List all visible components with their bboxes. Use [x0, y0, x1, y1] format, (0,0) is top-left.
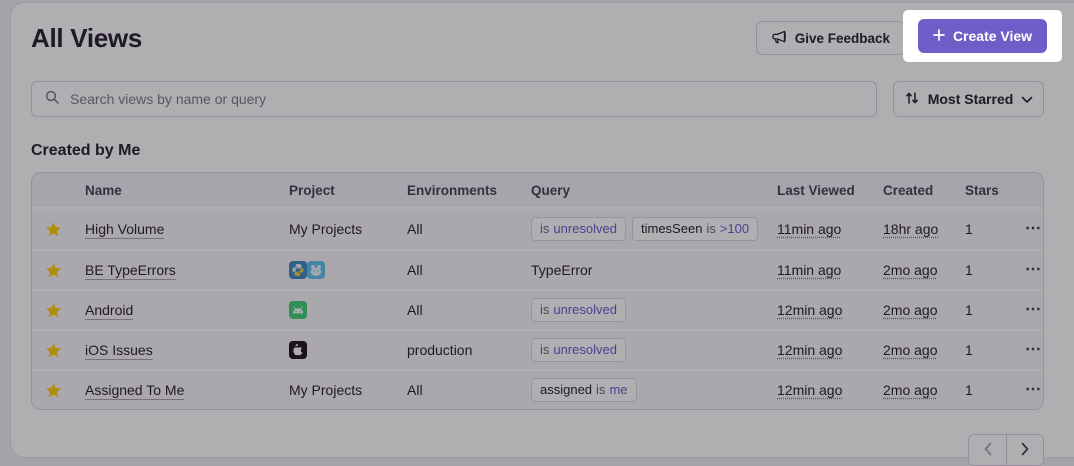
create-view-label: Create View [953, 28, 1032, 44]
create-view-button[interactable]: Create View [918, 19, 1047, 53]
create-view-spotlight: Create View [903, 10, 1062, 62]
plus-icon [933, 28, 945, 44]
tutorial-dim-overlay [0, 0, 1074, 466]
